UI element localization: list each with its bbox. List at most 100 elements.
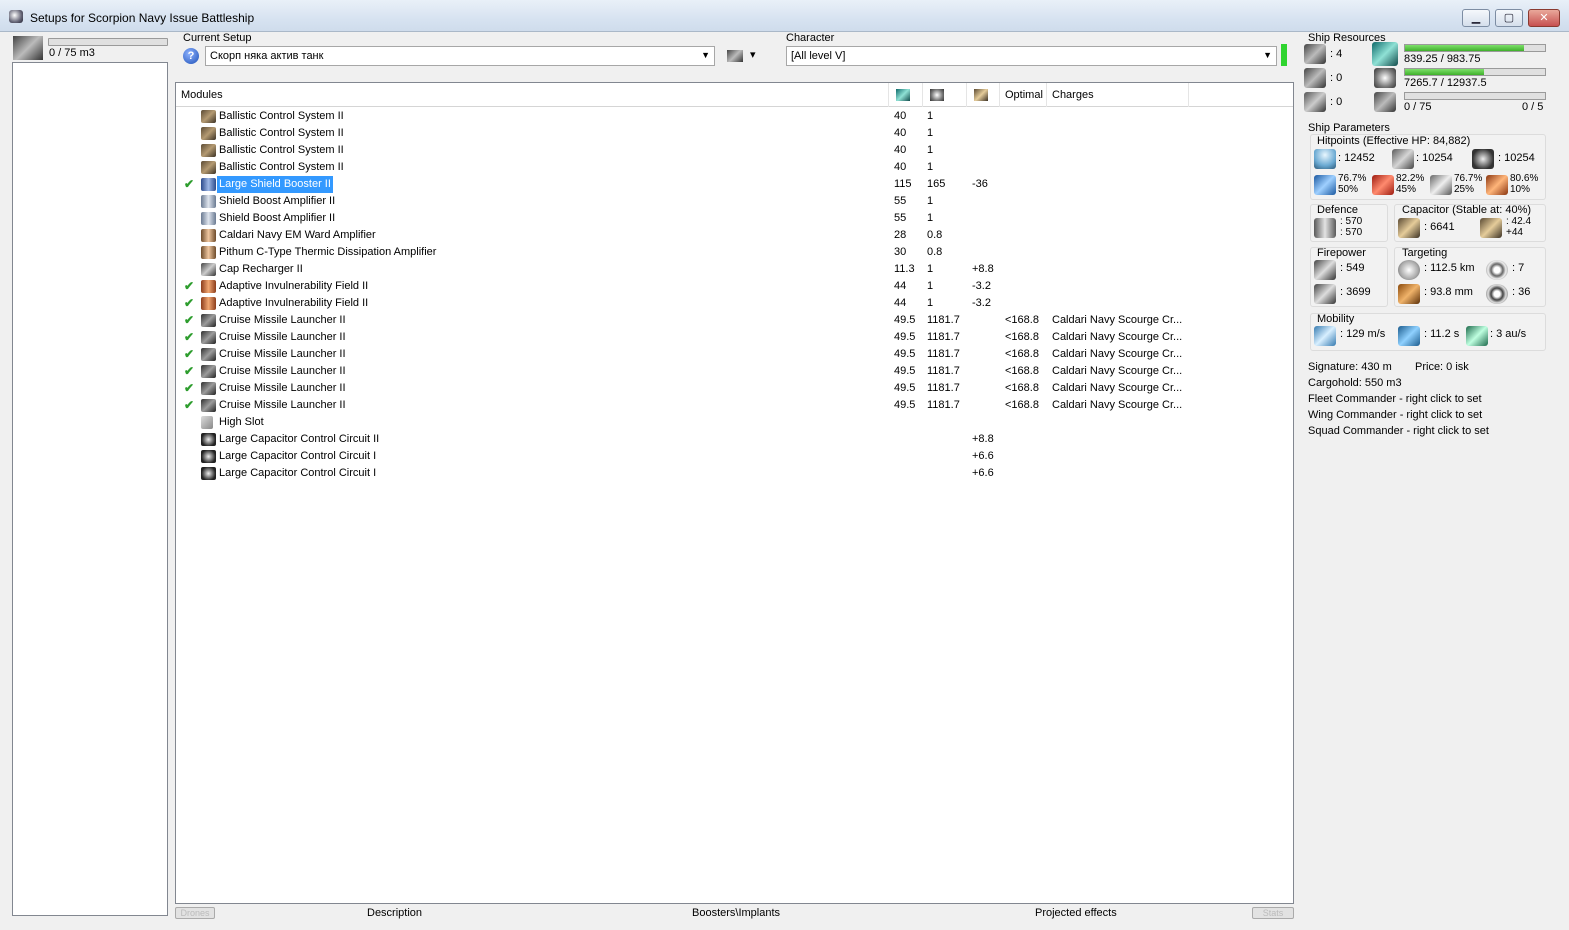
em-resist-icon: [1314, 175, 1336, 195]
column-capacitor[interactable]: [967, 83, 1000, 107]
sensor-strength-icon: [1486, 284, 1508, 304]
column-optimal[interactable]: Optimal: [1000, 83, 1047, 107]
module-row[interactable]: ✔ Cruise Missile Launcher II 49.5 1181.7 <16…: [176, 363, 1293, 380]
targeting-label: Targeting: [1402, 247, 1448, 259]
active-check-icon[interactable]: ✔: [184, 278, 196, 295]
module-row[interactable]: ✔ Adaptive Invulnerability Field II 44 1 -3.…: [176, 295, 1293, 312]
active-check-icon[interactable]: ✔: [184, 380, 196, 397]
module-row[interactable]: ✔ Adaptive Invulnerability Field II 44 1 -3.…: [176, 278, 1293, 295]
scan-resolution-icon: [1398, 284, 1420, 304]
module-row[interactable]: ✔ Cruise Missile Launcher II 49.5 1181.7 <16…: [176, 397, 1293, 414]
ship-price: Price: 0 isk: [1415, 361, 1469, 373]
module-cpu: 40: [894, 144, 907, 156]
module-powergrid: 1181.7: [927, 382, 960, 394]
shield-hp: : 12452: [1338, 152, 1375, 164]
module-row[interactable]: Large Capacitor Control Circuit I +6.6: [176, 448, 1293, 465]
hull-icon: [1472, 149, 1494, 169]
projected-effects-tab[interactable]: Projected effects: [1035, 907, 1117, 919]
drones-tab[interactable]: Drones: [175, 907, 215, 919]
help-icon[interactable]: ?: [183, 48, 199, 64]
module-row[interactable]: Ballistic Control System II 40 1: [176, 108, 1293, 125]
cpu-bar: [1404, 44, 1546, 52]
module-row[interactable]: High Slot: [176, 414, 1293, 431]
module-row[interactable]: ✔ Cruise Missile Launcher II 49.5 1181.7 <16…: [176, 346, 1293, 363]
wing-commander[interactable]: Wing Commander - right click to set: [1308, 409, 1482, 421]
close-button[interactable]: ✕: [1528, 9, 1560, 27]
module-powergrid: 1: [927, 127, 934, 139]
active-check-icon[interactable]: ✔: [184, 397, 196, 414]
module-row[interactable]: ✔ Cruise Missile Launcher II 49.5 1181.7 <16…: [176, 312, 1293, 329]
module-name: Cruise Missile Launcher II: [219, 348, 346, 360]
module-row[interactable]: Shield Boost Amplifier II 55 1: [176, 210, 1293, 227]
module-row[interactable]: Ballistic Control System II 40 1: [176, 125, 1293, 142]
module-charges: Caldari Navy Scourge Cr...: [1052, 331, 1183, 343]
turret-hardpoints: : 4: [1330, 48, 1343, 60]
module-name: Cruise Missile Launcher II: [219, 365, 346, 377]
module-powergrid: 1181.7: [927, 399, 960, 411]
missile-launcher-icon: [201, 348, 216, 361]
current-setup-label: Current Setup: [183, 32, 252, 44]
ward-amplifier-icon: [201, 246, 216, 259]
module-optimal: <168.8: [1005, 314, 1039, 326]
column-cpu[interactable]: [889, 83, 923, 107]
module-capacitor: +8.8: [972, 263, 994, 275]
module-row[interactable]: ✔ Large Shield Booster II 115 165 -36: [176, 175, 1293, 194]
active-check-icon[interactable]: ✔: [184, 363, 196, 380]
squad-commander[interactable]: Squad Commander - right click to set: [1308, 425, 1489, 437]
module-row[interactable]: ✔ Cruise Missile Launcher II 49.5 1181.7 <16…: [176, 329, 1293, 346]
description-tab[interactable]: Description: [367, 907, 422, 919]
modules-table-header: Modules Optimal Charges: [176, 83, 1293, 107]
speed-icon: [1314, 326, 1336, 346]
ballistic-control-icon: [201, 127, 216, 140]
ship-parameters-title: Ship Parameters: [1308, 122, 1390, 134]
calibration-icon: [1304, 92, 1326, 112]
cap-recharger-icon: [201, 263, 216, 276]
setup-select[interactable]: Скорп няка актив танк ▼: [205, 46, 715, 66]
character-select-value: [All level V]: [791, 50, 846, 62]
active-check-icon[interactable]: ✔: [184, 176, 196, 193]
drone-bandwidth-bar: [48, 38, 168, 46]
character-select[interactable]: [All level V] ▼: [786, 46, 1277, 66]
capacitor-capacity: : 6641: [1424, 221, 1455, 233]
module-capacitor: +6.6: [972, 450, 994, 462]
module-row[interactable]: Ballistic Control System II 40 1: [176, 142, 1293, 159]
module-cpu: 44: [894, 280, 907, 292]
module-row[interactable]: Large Capacitor Control Circuit II +8.8: [176, 431, 1293, 448]
active-check-icon[interactable]: ✔: [184, 346, 196, 363]
column-charges[interactable]: Charges: [1047, 83, 1189, 107]
fit-options-icon[interactable]: [727, 50, 743, 62]
defence-label: Defence: [1317, 204, 1358, 216]
capacitor-label: Capacitor (Stable at: 40%): [1402, 204, 1532, 216]
turret-hardpoint-icon: [1304, 44, 1326, 64]
fleet-commander[interactable]: Fleet Commander - right click to set: [1308, 393, 1482, 405]
ward-amplifier-icon: [201, 229, 216, 242]
stats-tab[interactable]: Stats: [1252, 907, 1294, 919]
column-modules[interactable]: Modules: [176, 83, 889, 107]
maximize-button[interactable]: ▢: [1495, 9, 1523, 27]
module-row[interactable]: Large Capacitor Control Circuit I +6.6: [176, 465, 1293, 482]
active-check-icon[interactable]: ✔: [184, 329, 196, 346]
module-row[interactable]: Pithum C-Type Thermic Dissipation Amplif…: [176, 244, 1293, 261]
module-powergrid: 1: [927, 195, 934, 207]
fit-options-arrow[interactable]: ▾: [750, 48, 756, 61]
active-check-icon[interactable]: ✔: [184, 295, 196, 312]
boosters-implants-tab[interactable]: Boosters\Implants: [692, 907, 780, 919]
invulnerability-field-icon: [201, 280, 216, 293]
cpu-icon: [1372, 42, 1398, 66]
module-row[interactable]: Ballistic Control System II 40 1: [176, 159, 1293, 176]
module-name: Ballistic Control System II: [219, 127, 344, 139]
active-check-icon[interactable]: ✔: [184, 312, 196, 329]
dps-icon: [1314, 260, 1336, 280]
drone-list[interactable]: [12, 62, 168, 916]
targeting-range: : 112.5 km: [1424, 262, 1475, 274]
module-powergrid: 1181.7: [927, 348, 960, 360]
module-capacitor: +6.6: [972, 467, 994, 479]
volley-value: : 3699: [1340, 286, 1371, 298]
minimize-button[interactable]: ▁: [1462, 9, 1490, 27]
module-row[interactable]: Cap Recharger II 11.3 1 +8.8: [176, 261, 1293, 278]
module-row[interactable]: ✔ Cruise Missile Launcher II 49.5 1181.7 <16…: [176, 380, 1293, 397]
module-row[interactable]: Shield Boost Amplifier II 55 1: [176, 193, 1293, 210]
module-name: High Slot: [219, 416, 264, 428]
column-powergrid[interactable]: [923, 83, 967, 107]
module-row[interactable]: Caldari Navy EM Ward Amplifier 28 0.8: [176, 227, 1293, 244]
